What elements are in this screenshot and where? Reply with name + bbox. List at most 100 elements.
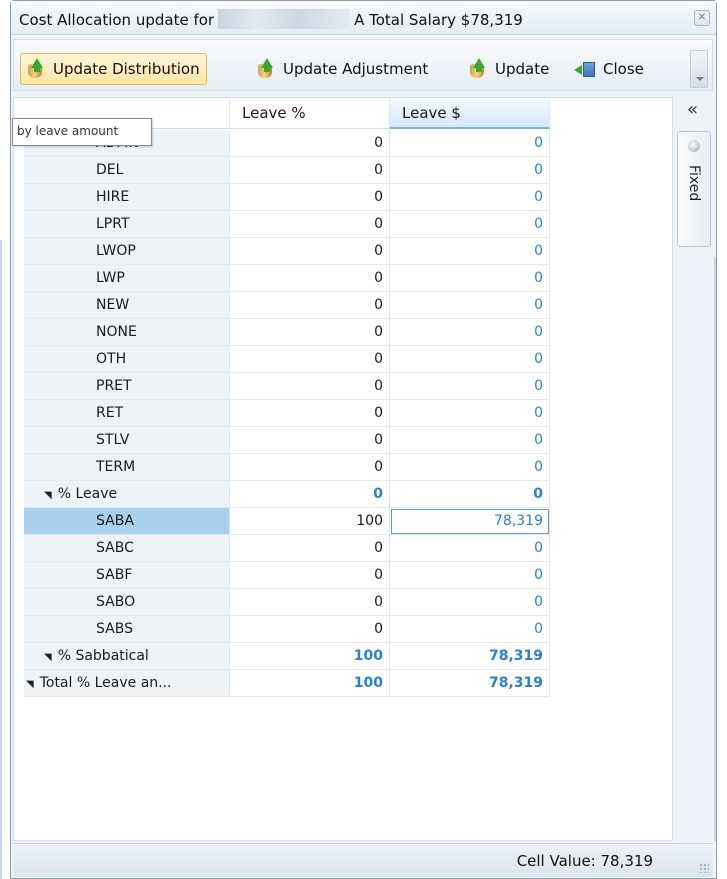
table-row[interactable]: LWP 0 0 — [14, 265, 672, 292]
leave-percent-cell[interactable]: 0 — [230, 589, 390, 616]
expand-triangle-icon[interactable]: ◥ — [44, 644, 52, 669]
row-label-text: % Leave — [57, 486, 118, 502]
fixed-tab[interactable]: Fixed — [677, 131, 711, 247]
row-label[interactable]: ◥ Total % Leave an... — [24, 670, 230, 697]
leave-amount-cell[interactable]: 0 — [390, 346, 550, 373]
leave-amount-cell[interactable]: 0 — [390, 400, 550, 427]
leave-percent-cell[interactable]: 0 — [230, 616, 390, 643]
leave-amount-cell[interactable]: 0 — [390, 562, 550, 589]
leave-percent-cell[interactable]: 0 — [230, 535, 390, 562]
row-label[interactable]: SABC — [24, 535, 230, 562]
leave-percent-header[interactable]: Leave % — [230, 98, 390, 129]
leave-percent-cell[interactable]: 0 — [230, 481, 390, 508]
leave-amount-cell[interactable]: 0 — [390, 535, 550, 562]
leave-percent-cell[interactable]: 0 — [230, 292, 390, 319]
row-label[interactable]: LWOP — [24, 238, 230, 265]
subtotal-row[interactable]: ◥ % Leave 0 0 — [14, 481, 672, 508]
row-label[interactable]: STLV — [24, 427, 230, 454]
window-close-button[interactable]: ✕ — [694, 10, 710, 26]
subtotal-row[interactable]: ◥ Total % Leave an... 100 78,319 — [14, 670, 672, 697]
close-button[interactable]: Close — [570, 53, 651, 85]
leave-amount-cell[interactable]: 0 — [390, 427, 550, 454]
table-row[interactable]: LPRT 0 0 — [14, 211, 672, 238]
row-label[interactable]: SABA — [24, 508, 230, 535]
leave-percent-cell[interactable]: 0 — [230, 373, 390, 400]
row-label[interactable]: DEL — [24, 157, 230, 184]
row-label[interactable]: LPRT — [24, 211, 230, 238]
leave-percent-cell[interactable]: 0 — [230, 454, 390, 481]
leave-amount-cell[interactable]: 0 — [390, 211, 550, 238]
table-row[interactable]: TERM 0 0 — [14, 454, 672, 481]
row-label[interactable]: SABF — [24, 562, 230, 589]
table-row[interactable]: STLV 0 0 — [14, 427, 672, 454]
row-label[interactable]: NEW — [24, 292, 230, 319]
table-row[interactable]: RET 0 0 — [14, 400, 672, 427]
leave-amount-cell[interactable]: 0 — [390, 265, 550, 292]
leave-percent-cell[interactable]: 100 — [230, 508, 390, 535]
update-adjustment-label: Update Adjustment — [283, 60, 429, 78]
row-label[interactable]: OTH — [24, 346, 230, 373]
row-label-text: SABA — [96, 513, 134, 529]
leave-amount-cell[interactable]: 78,319 — [390, 643, 550, 670]
leave-amount-cell[interactable]: 0 — [390, 589, 550, 616]
leave-percent-cell[interactable]: 0 — [230, 238, 390, 265]
table-row[interactable]: SABS 0 0 — [14, 616, 672, 643]
update-adjustment-button[interactable]: Update Adjustment — [250, 53, 435, 85]
toolbar-overflow-button[interactable] — [690, 50, 708, 88]
table-row[interactable]: SABA 100 78,319 — [14, 508, 672, 535]
resize-grip-icon[interactable] — [699, 863, 709, 873]
collapse-icon[interactable]: « — [687, 99, 698, 120]
row-label[interactable]: ◥ % Leave — [24, 481, 230, 508]
leave-amount-cell[interactable]: 0 — [390, 157, 550, 184]
leave-percent-cell[interactable]: 0 — [230, 157, 390, 184]
row-label[interactable]: TERM — [24, 454, 230, 481]
table-row[interactable]: SABO 0 0 — [14, 589, 672, 616]
leave-amount-cell[interactable]: 0 — [390, 292, 550, 319]
subtotal-row[interactable]: ◥ % Sabbatical 100 78,319 — [14, 643, 672, 670]
leave-percent-cell[interactable]: 0 — [230, 427, 390, 454]
row-label[interactable]: SABO — [24, 589, 230, 616]
table-row[interactable]: LWOP 0 0 — [14, 238, 672, 265]
table-row[interactable]: DEL 0 0 — [14, 157, 672, 184]
leave-amount-cell[interactable]: 0 — [390, 373, 550, 400]
table-row[interactable]: NEW 0 0 — [14, 292, 672, 319]
leave-amount-cell[interactable]: 0 — [390, 481, 550, 508]
row-label[interactable]: SABS — [24, 616, 230, 643]
table-row[interactable]: PRET 0 0 — [14, 373, 672, 400]
table-row[interactable]: OTH 0 0 — [14, 346, 672, 373]
leave-percent-cell[interactable]: 0 — [230, 562, 390, 589]
leave-percent-cell[interactable]: 0 — [230, 346, 390, 373]
leave-amount-cell[interactable]: 0 — [390, 130, 550, 157]
row-label[interactable]: PRET — [24, 373, 230, 400]
leave-percent-cell[interactable]: 0 — [230, 319, 390, 346]
leave-percent-cell[interactable]: 0 — [230, 400, 390, 427]
row-label[interactable]: LWP — [24, 265, 230, 292]
leave-amount-header[interactable]: Leave $ — [390, 98, 550, 129]
leave-percent-cell[interactable]: 0 — [230, 130, 390, 157]
update-distribution-button[interactable]: Update Distribution — [20, 53, 207, 85]
table-row[interactable]: SABF 0 0 — [14, 562, 672, 589]
row-label[interactable]: ◥ % Sabbatical — [24, 643, 230, 670]
expand-triangle-icon[interactable]: ◥ — [26, 671, 34, 696]
leave-amount-cell[interactable]: 0 — [390, 238, 550, 265]
row-label[interactable]: HIRE — [24, 184, 230, 211]
leave-amount-cell[interactable]: 0 — [390, 616, 550, 643]
leave-amount-cell[interactable]: 0 — [390, 319, 550, 346]
update-button[interactable]: Update — [462, 53, 556, 85]
leave-percent-cell[interactable]: 0 — [230, 211, 390, 238]
row-label[interactable]: RET — [24, 400, 230, 427]
leave-amount-cell[interactable]: 78,319 — [390, 670, 550, 697]
leave-percent-cell[interactable]: 100 — [230, 643, 390, 670]
leave-percent-cell[interactable]: 0 — [230, 184, 390, 211]
table-row[interactable]: SABC 0 0 — [14, 535, 672, 562]
leave-amount-cell[interactable]: 78,319 — [390, 508, 550, 535]
table-row[interactable]: HIRE 0 0 — [14, 184, 672, 211]
title-bar[interactable]: Cost Allocation update for A Total Salary… — [11, 1, 716, 35]
leave-amount-cell[interactable]: 0 — [390, 454, 550, 481]
leave-percent-cell[interactable]: 100 — [230, 670, 390, 697]
table-row[interactable]: NONE 0 0 — [14, 319, 672, 346]
leave-amount-cell[interactable]: 0 — [390, 184, 550, 211]
expand-triangle-icon[interactable]: ◥ — [44, 482, 52, 507]
leave-percent-cell[interactable]: 0 — [230, 265, 390, 292]
row-label[interactable]: NONE — [24, 319, 230, 346]
